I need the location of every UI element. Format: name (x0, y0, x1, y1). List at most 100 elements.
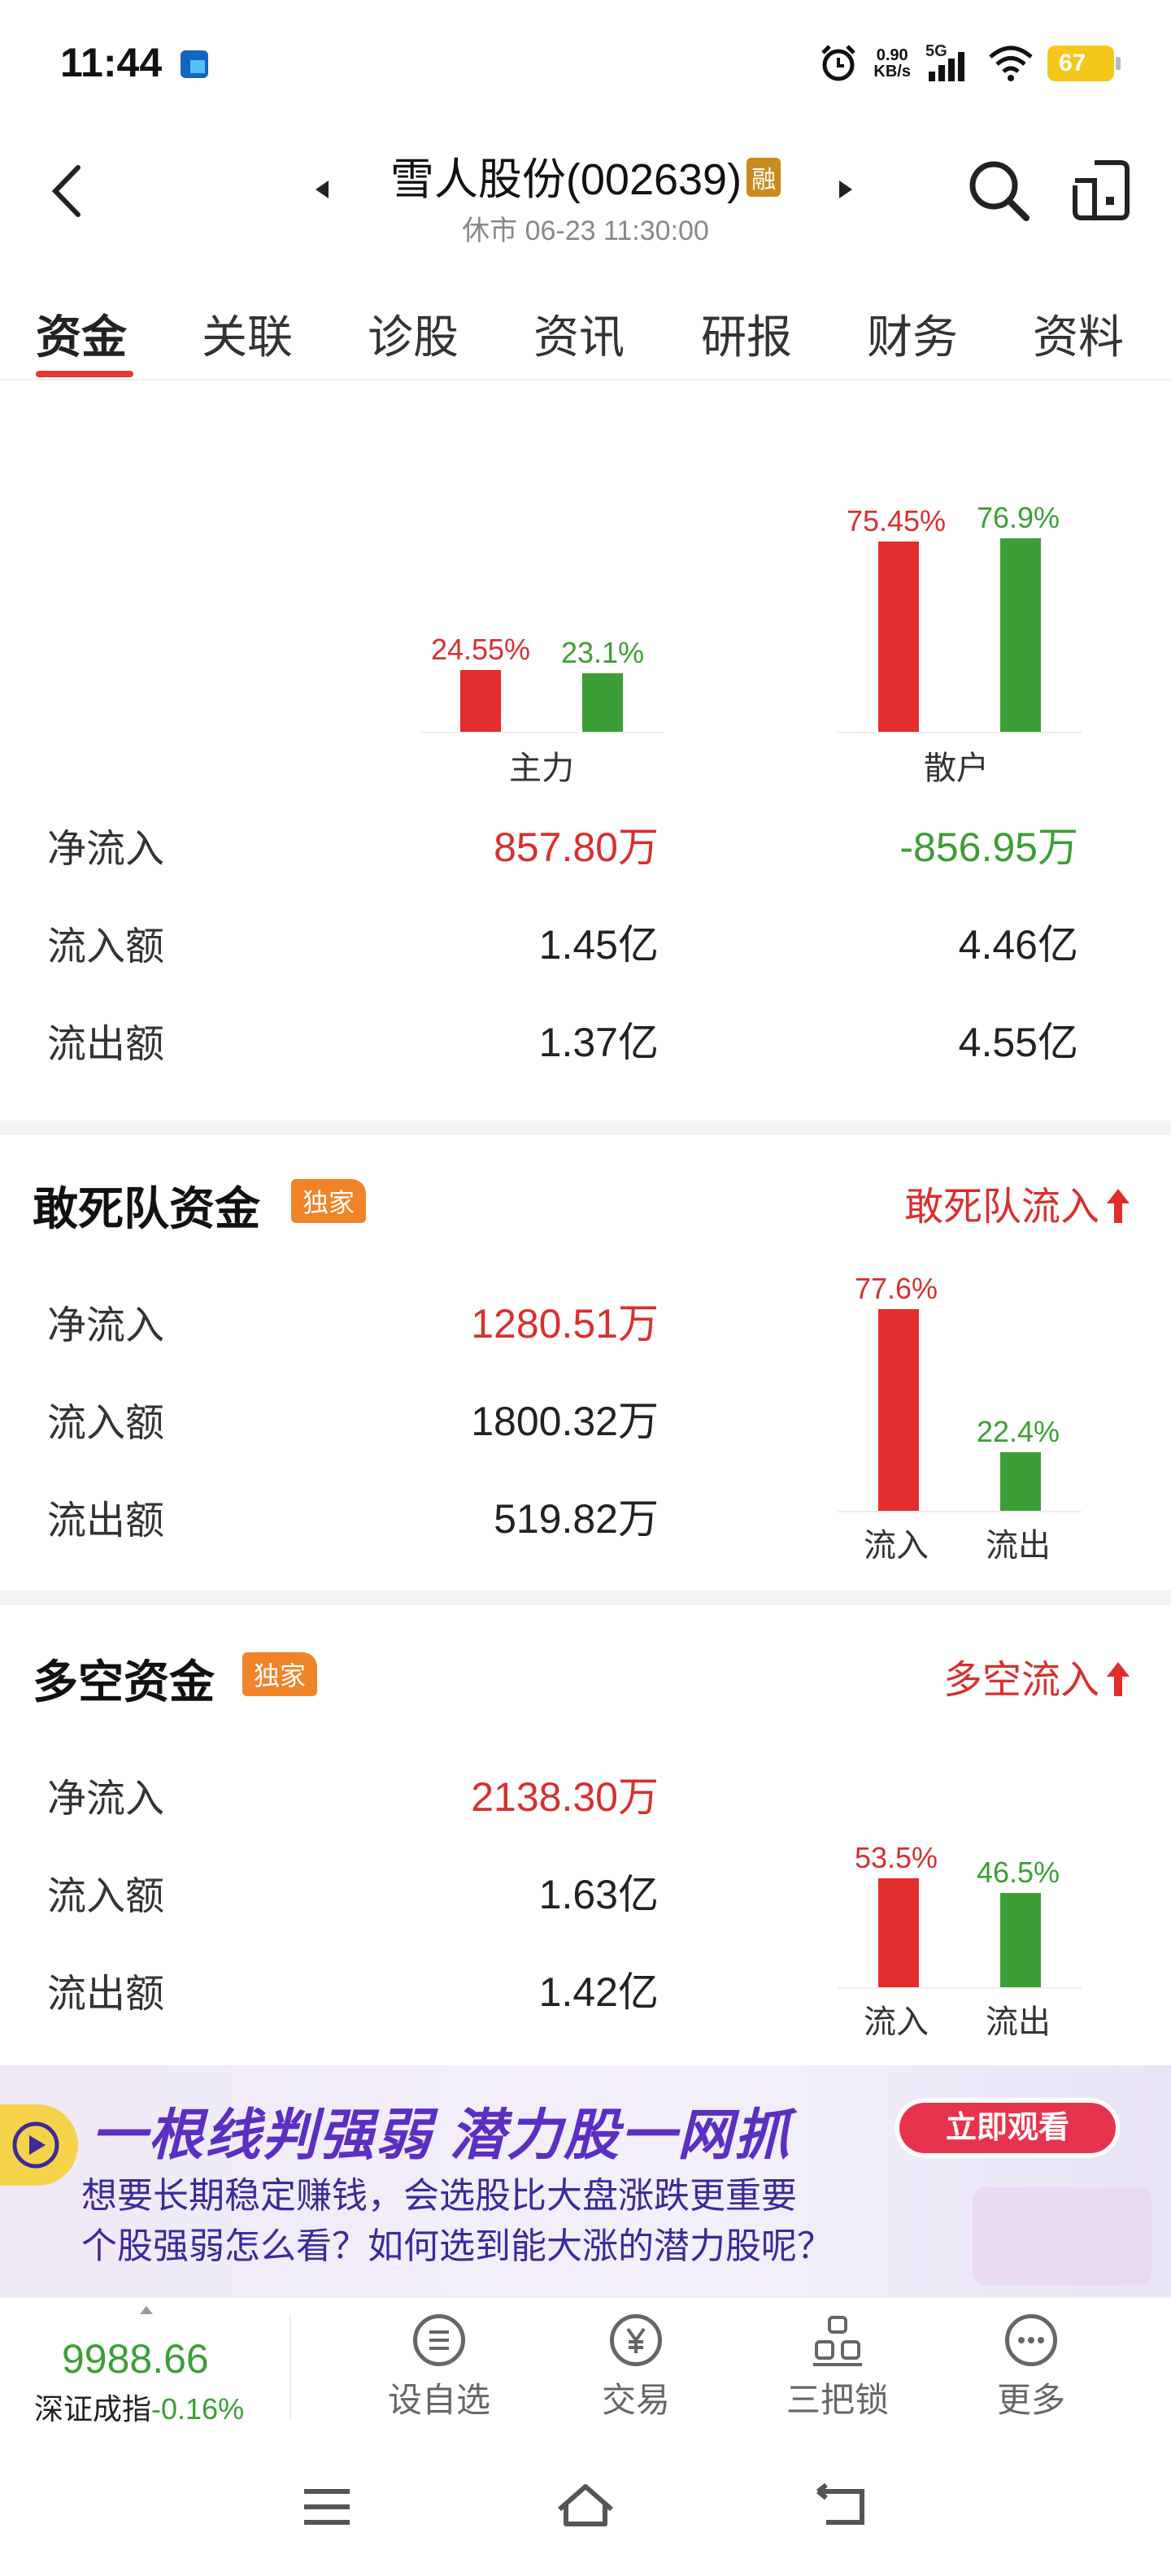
next-stock-icon[interactable] (839, 181, 852, 198)
dare-in-label: 流入 (864, 1528, 929, 1564)
tab-news[interactable]: 资讯 (533, 301, 625, 367)
alarm-icon (821, 45, 856, 81)
dare-label-net: 净流入 (47, 1304, 165, 1347)
dare-fund-title: 敢死队资金 (33, 1183, 260, 1234)
main-fund-chart: 24.55% 23.1% 主力 (415, 455, 664, 786)
network-type: 5G (925, 42, 947, 60)
index-change: -0.16% (151, 2392, 245, 2426)
tab-diagnosis[interactable]: 诊股 (368, 301, 459, 367)
main-net-value: 857.80万 (494, 825, 659, 870)
nav-add-watchlist[interactable]: 设自选 (374, 2314, 504, 2422)
battery-indicator: 67 (1047, 46, 1121, 81)
longshort-inflow-value: 1.63亿 (538, 1872, 659, 1917)
system-nav-bar (0, 2448, 1171, 2576)
tab-related[interactable]: 关联 (202, 301, 293, 367)
signal-icon: 5G (925, 42, 974, 81)
dare-outflow-value: 519.82万 (494, 1496, 659, 1542)
expand-up-icon[interactable] (140, 2306, 153, 2314)
index-name[interactable]: 深证成指-0.16% (34, 2386, 244, 2428)
longshort-outflow-value: 1.42亿 (538, 1969, 659, 2015)
main-inflow-bar (460, 669, 501, 732)
menu-icon[interactable] (303, 2487, 351, 2527)
dare-label-inflow: 流入额 (47, 1402, 165, 1445)
section-divider (0, 1590, 1171, 1605)
banner-text-2: 个股强弱怎么看？如何选到能大涨的潜力股呢？ (81, 2226, 833, 2266)
longshort-fund-chart: 53.5% 46.5% 流入 流出 (833, 1789, 1082, 2040)
longshort-label-inflow: 流入额 (47, 1875, 165, 1918)
longshort-label-net: 净流入 (47, 1778, 165, 1821)
section-divider (0, 1120, 1171, 1135)
dare-label-outflow: 流出额 (47, 1499, 165, 1543)
tab-profile[interactable]: 资料 (1033, 301, 1124, 367)
dare-net-value: 1280.51万 (471, 1301, 659, 1347)
home-icon[interactable] (555, 2480, 616, 2529)
dare-fund-chart: 77.6% 22.4% 流入 流出 (833, 1272, 1082, 1564)
dare-outflow-bar (1000, 1452, 1041, 1511)
tab-bar: 资金 关联 诊股 资讯 研报 财务 资料 (0, 293, 1171, 381)
longshort-net-value: 2138.30万 (471, 1774, 659, 1820)
longshort-label-outflow: 流出额 (47, 1973, 165, 2016)
list-icon (413, 2314, 465, 2366)
row-label-outflow: 流出额 (47, 1023, 165, 1066)
dare-outflow-pct: 22.4% (976, 1415, 1060, 1449)
tab-research[interactable]: 研报 (701, 301, 792, 367)
longshort-inflow-link[interactable]: 多空流入 (943, 1647, 1130, 1704)
retail-inflow-value: 4.46亿 (958, 922, 1078, 968)
wifi-icon (989, 46, 1033, 81)
back-nav-icon[interactable] (813, 2483, 870, 2529)
margin-badge: 融 (747, 158, 781, 197)
dare-inflow-bar (878, 1308, 919, 1511)
tab-fund[interactable]: 资金 (36, 301, 127, 367)
network-speed: 0.90 KB/s (873, 46, 911, 80)
search-icon[interactable] (966, 158, 1031, 223)
banner-text-1: 想要长期稳定赚钱，会选股比大盘涨跌更重要 (81, 2176, 797, 2216)
dare-inflow-link[interactable]: 敢死队流入 (904, 1174, 1130, 1231)
tab-finance[interactable]: 财务 (867, 301, 958, 367)
main-category-label: 主力 (509, 751, 574, 786)
nav-trade[interactable]: 交易 (571, 2314, 701, 2422)
main-inflow-value: 1.45亿 (538, 922, 659, 968)
nav-more[interactable]: 更多 (966, 2314, 1096, 2422)
main-outflow-pct: 23.1% (560, 636, 645, 670)
status-icons: 0.90 KB/s 5G 67 (818, 41, 1121, 86)
retail-outflow-pct: 76.9% (976, 500, 1060, 534)
longshort-outflow-bar (1000, 1892, 1041, 1987)
retail-inflow-pct: 75.45% (846, 504, 947, 538)
longshort-inflow-pct: 53.5% (854, 1841, 938, 1875)
dare-out-label: 流出 (986, 1528, 1051, 1564)
main-inflow-pct: 24.55% (430, 632, 531, 666)
row-label-inflow: 流入额 (47, 925, 165, 968)
main-outflow-bar (582, 673, 623, 732)
exclusive-tag: 独家 (291, 1179, 367, 1223)
up-arrow-icon (1107, 1189, 1130, 1223)
up-arrow-icon (1107, 1662, 1130, 1696)
watch-now-button[interactable]: 立即观看 (895, 2098, 1121, 2158)
retail-category-label: 散户 (924, 751, 989, 786)
retail-outflow-value: 4.55亿 (958, 1020, 1078, 1065)
row-label-net: 净流入 (47, 828, 165, 871)
banner-illustration (973, 2187, 1151, 2285)
retail-inflow-bar (878, 542, 919, 732)
nav-three-locks[interactable]: 三把锁 (773, 2314, 903, 2422)
banner-headline: 一根线判强弱 潜力股一网抓 (91, 2104, 791, 2166)
index-value[interactable]: 9988.66 (62, 2335, 209, 2382)
longshort-in-label: 流入 (864, 2004, 929, 2040)
nav-separator (289, 2314, 291, 2420)
status-time: 11:44 (60, 40, 163, 85)
retail-outflow-bar (1000, 537, 1041, 732)
longshort-outflow-pct: 46.5% (976, 1855, 1060, 1889)
longshort-fund-title: 多空资金 (33, 1656, 215, 1708)
longshort-out-label: 流出 (986, 2004, 1051, 2040)
longshort-inflow-bar (878, 1878, 919, 1987)
retail-net-value: -856.95万 (899, 825, 1078, 870)
more-icon (1005, 2314, 1057, 2366)
share-icon[interactable] (1070, 158, 1132, 223)
dare-inflow-value: 1800.32万 (471, 1399, 659, 1444)
lock-group-icon (812, 2314, 864, 2366)
promo-banner[interactable]: 一根线判强弱 潜力股一网抓 立即观看 想要长期稳定赚钱，会选股比大盘涨跌更重要 … (0, 2065, 1171, 2296)
exclusive-tag: 独家 (242, 1652, 318, 1696)
play-icon (0, 2104, 78, 2186)
app-notification-icon (181, 50, 208, 78)
retail-fund-chart: 75.45% 76.9% 散户 (833, 455, 1082, 786)
main-outflow-value: 1.37亿 (538, 1020, 659, 1065)
